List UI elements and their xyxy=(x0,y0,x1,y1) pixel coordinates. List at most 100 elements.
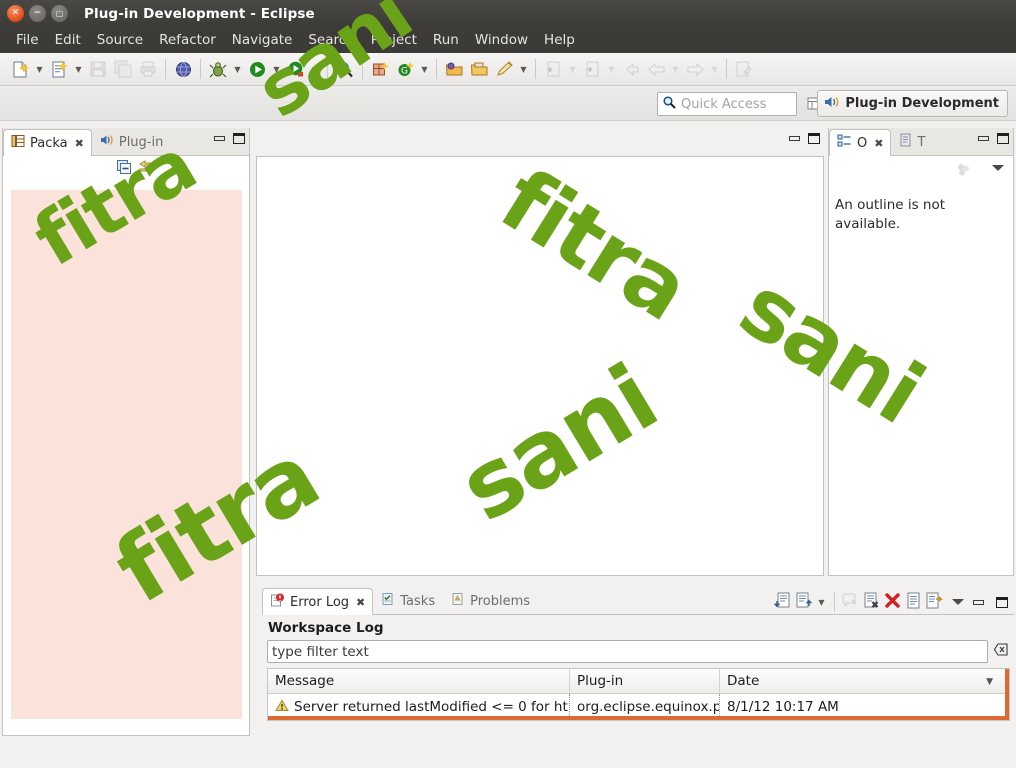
new-annotation-icon[interactable]: G xyxy=(393,57,417,81)
quick-access-placeholder: Quick Access xyxy=(681,96,767,112)
quick-access-input[interactable]: Quick Access xyxy=(657,92,797,116)
import-log-icon[interactable] xyxy=(794,591,813,614)
editor-controls xyxy=(789,133,820,144)
tab-error-log-label: Error Log xyxy=(290,594,350,610)
new-file-icon[interactable] xyxy=(8,57,32,81)
close-icon[interactable]: ✖ xyxy=(874,137,883,150)
right-arrow-icon xyxy=(683,57,707,81)
search-icon xyxy=(662,95,677,114)
close-icon[interactable]: ✖ xyxy=(75,137,84,150)
tasks-icon xyxy=(381,592,395,610)
minimize-icon[interactable] xyxy=(214,136,225,141)
forward-dropdown-icon: ▼ xyxy=(711,64,718,74)
tab-task-list[interactable]: T xyxy=(891,128,933,155)
menu-source[interactable]: Source xyxy=(89,30,151,50)
menu-navigate[interactable]: Navigate xyxy=(224,30,301,50)
toolbar-separator xyxy=(726,59,727,79)
export-log-icon[interactable] xyxy=(773,591,792,614)
dots-icon[interactable] xyxy=(955,162,973,182)
outline-message: An outline is not available. xyxy=(835,197,946,232)
chevron-down-icon[interactable]: ▼ xyxy=(815,590,828,614)
new-editor-icon xyxy=(732,57,756,81)
new-project-icon[interactable] xyxy=(47,57,71,81)
red-x-icon[interactable] xyxy=(883,591,902,614)
tab-problems[interactable]: Problems xyxy=(443,587,538,614)
debug-bug-icon[interactable] xyxy=(206,57,230,81)
event-details-icon[interactable] xyxy=(925,591,944,614)
menu-search[interactable]: Search xyxy=(300,30,362,50)
restore-log-icon[interactable] xyxy=(904,591,923,614)
import-icon xyxy=(541,57,565,81)
clear-icon[interactable] xyxy=(993,643,1008,660)
pencil-icon[interactable] xyxy=(492,57,516,81)
maximize-icon[interactable] xyxy=(997,133,1009,144)
minimize-icon[interactable] xyxy=(789,136,800,141)
menu-project[interactable]: Project xyxy=(363,30,425,50)
table-header-row: Message Plug-in Date ▼ xyxy=(268,669,1009,694)
tab-outline[interactable]: O ✖ xyxy=(829,129,892,156)
open-folder-icon[interactable] xyxy=(442,57,466,81)
maximize-icon[interactable] xyxy=(996,596,1008,608)
delete-log-icon[interactable] xyxy=(862,591,881,614)
save-all-icon xyxy=(111,57,135,81)
tab-tasks[interactable]: Tasks xyxy=(373,587,443,614)
run-play-icon[interactable] xyxy=(245,57,269,81)
menu-run[interactable]: Run xyxy=(425,30,467,50)
back-arrow-icon xyxy=(619,57,643,81)
menu-edit[interactable]: Edit xyxy=(47,30,89,50)
package-explorer-tree[interactable] xyxy=(11,190,242,719)
collapse-all-icon[interactable] xyxy=(116,159,132,179)
external-tools-icon[interactable] xyxy=(284,57,308,81)
tab-package-explorer[interactable]: Packa ✖ xyxy=(3,129,92,156)
selection-edge-right xyxy=(1005,669,1009,720)
quick-access-row: Quick Access Plug-in Development xyxy=(0,86,1016,121)
quick-fix-dropdown-icon[interactable]: ▼ xyxy=(517,57,530,81)
chevron-down-icon[interactable] xyxy=(992,165,1004,171)
tab-package-explorer-label: Packa xyxy=(30,135,68,151)
new-annotation-dropdown-icon[interactable]: ▼ xyxy=(418,57,431,81)
left-arrow-icon xyxy=(644,57,668,81)
editor-canvas[interactable] xyxy=(256,156,824,576)
folder-icon[interactable] xyxy=(467,57,491,81)
maximize-icon[interactable] xyxy=(808,133,820,144)
perspective-label: Plug-in Development xyxy=(845,96,999,111)
new-class-icon[interactable] xyxy=(368,57,392,81)
maximize-icon[interactable] xyxy=(233,133,245,144)
menu-refactor[interactable]: Refactor xyxy=(151,30,224,50)
tab-error-log[interactable]: Error Log ✖ xyxy=(262,588,374,615)
link-editor-icon[interactable] xyxy=(138,159,155,179)
new-file-dropdown-icon[interactable]: ▼ xyxy=(33,57,46,81)
column-header-date[interactable]: Date ▼ xyxy=(720,669,1001,693)
export-icon xyxy=(580,57,604,81)
workspace-log-label: Workspace Log xyxy=(268,620,384,636)
debug-dropdown-icon[interactable]: ▼ xyxy=(231,57,244,81)
run-dropdown-icon[interactable]: ▼ xyxy=(270,57,283,81)
filter-input[interactable]: type filter text xyxy=(267,640,1008,663)
perspective-plugin-development[interactable]: Plug-in Development xyxy=(817,90,1008,117)
error-log-view: Error Log ✖ Tasks Problems ▼ Workspace L… xyxy=(262,586,1014,734)
minimize-icon[interactable] xyxy=(978,136,989,141)
column-header-message[interactable]: Message xyxy=(268,669,570,693)
globe-icon[interactable] xyxy=(171,57,195,81)
minimize-button[interactable]: − xyxy=(29,5,46,22)
minimize-icon[interactable] xyxy=(973,599,984,605)
window-titlebar: ✕ − ▢ Plug-in Development - Eclipse xyxy=(0,0,1016,27)
maximize-button[interactable]: ▢ xyxy=(51,5,68,22)
svg-text:G: G xyxy=(401,66,408,76)
menu-file[interactable]: File xyxy=(8,30,47,50)
new-project-dropdown-icon[interactable]: ▼ xyxy=(72,57,85,81)
close-icon[interactable]: ✖ xyxy=(356,596,365,609)
view-menu-chevron-down-icon[interactable] xyxy=(952,599,964,605)
toolbar-separator xyxy=(327,59,328,79)
menu-help[interactable]: Help xyxy=(536,30,583,50)
column-header-plugin[interactable]: Plug-in xyxy=(570,669,720,693)
open-log-icon xyxy=(841,591,860,614)
main-toolbar: ▼ ▼ ▼ ▼ ▼ G ▼ ▼ ▼ ▼ ▼ ▼ xyxy=(0,53,1016,86)
search-icon[interactable] xyxy=(333,57,357,81)
tab-plugins[interactable]: Plug-in xyxy=(92,128,171,155)
package-explorer-view: Packa ✖ Plug-in xyxy=(2,128,250,736)
external-tools-dropdown-icon[interactable]: ▼ xyxy=(309,57,322,81)
outline-icon xyxy=(837,134,852,152)
menu-window[interactable]: Window xyxy=(467,30,536,50)
close-button[interactable]: ✕ xyxy=(7,5,24,22)
